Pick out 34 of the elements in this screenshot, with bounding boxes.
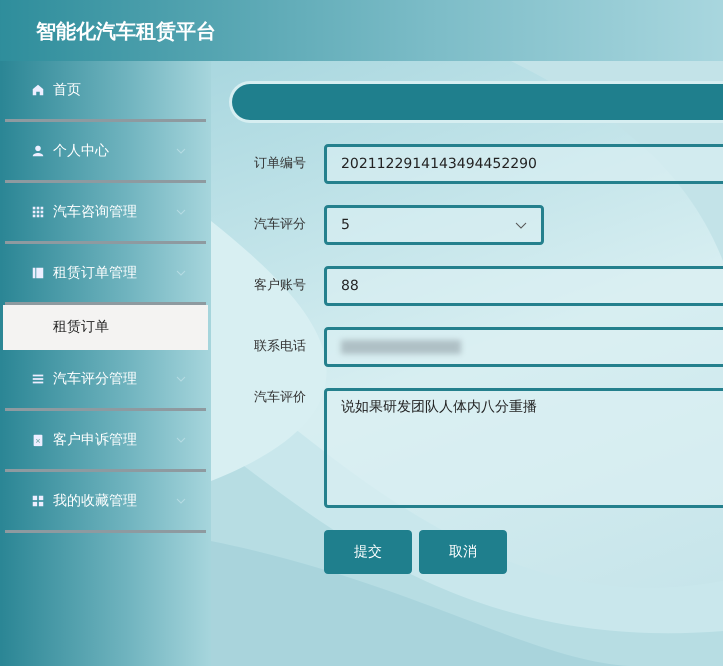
book-icon [31, 266, 45, 280]
field-label: 订单编号 [254, 155, 307, 174]
chevron-icon [176, 437, 186, 443]
sidebar-item[interactable]: 个人中心 [5, 122, 206, 183]
input-field[interactable]: 2021122914143494452290 [324, 144, 723, 184]
cancel-button[interactable]: 取消 [419, 530, 507, 574]
textarea-field[interactable]: 说如果研发团队人体内八分重播 [324, 388, 723, 508]
sidebar-item[interactable]: 首页 [5, 61, 206, 122]
field-label: 联系电话 [254, 338, 307, 356]
chevron-icon [176, 148, 186, 154]
select-field[interactable]: 5 [324, 205, 544, 245]
field-label: 汽车评分 [254, 216, 307, 234]
input-field[interactable]: 88 [324, 266, 723, 306]
chevron-icon [176, 498, 186, 504]
sidebar-item[interactable]: 客户申诉管理 [5, 411, 206, 472]
submenu-item[interactable]: 租赁订单 [3, 305, 208, 350]
chevron-icon [176, 376, 186, 382]
sidebar-item[interactable]: 汽车咨询管理 [5, 183, 206, 244]
field-label: 客户账号 [254, 277, 307, 296]
chevron-icon [176, 270, 186, 276]
app-title: 智能化汽车租赁平台 [36, 18, 216, 42]
submit-button[interactable]: 提交 [324, 530, 412, 574]
sidebar-item[interactable]: 汽车评分管理 [5, 350, 206, 411]
grid-icon [31, 205, 45, 219]
list-icon [31, 372, 45, 386]
field-label: 汽车评价 [254, 389, 307, 407]
caret-icon [515, 222, 527, 228]
home-icon [31, 83, 45, 97]
user-icon [31, 144, 45, 158]
clipboard-icon [31, 433, 45, 447]
input-field[interactable] [324, 327, 723, 367]
chevron-icon [176, 209, 186, 215]
tiles-icon [31, 494, 45, 508]
sidebar-item[interactable]: 我的收藏管理 [5, 472, 206, 533]
